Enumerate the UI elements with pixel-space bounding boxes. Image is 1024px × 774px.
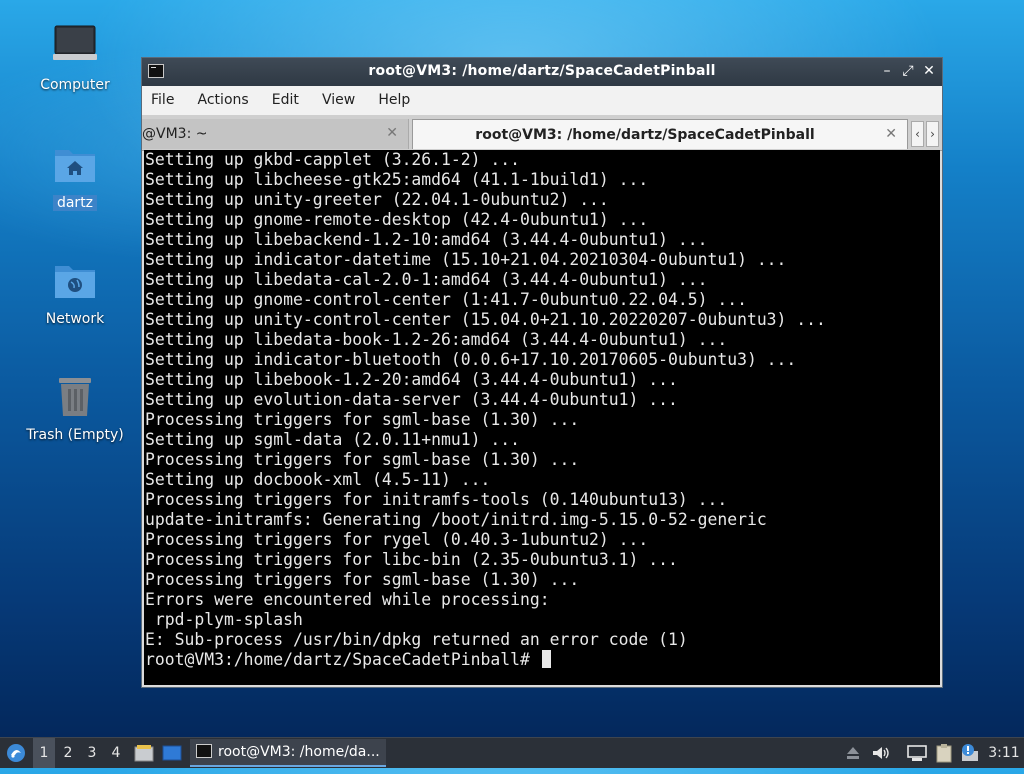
terminal-line: Setting up indicator-bluetooth (0.0.6+17… bbox=[145, 350, 797, 369]
tab-label: root@VM3: /home/dartz/SpaceCadetPinball bbox=[475, 127, 815, 143]
desktop-icon-label: Network bbox=[45, 311, 105, 327]
terminal-line: Processing triggers for sgml-base (1.30)… bbox=[145, 410, 580, 429]
desktop-icon bbox=[162, 745, 182, 761]
terminal-prompt: root@VM3:/home/dartz/SpaceCadetPinball# bbox=[145, 650, 530, 669]
terminal-line: Setting up docbook-xml (4.5-11) ... bbox=[145, 470, 491, 489]
tab-label: @VM3: ~ bbox=[142, 126, 208, 142]
window-title: root@VM3: /home/dartz/SpaceCadetPinball bbox=[368, 63, 716, 79]
menu-file[interactable]: File bbox=[142, 86, 183, 108]
terminal-prompt-line: root@VM3:/home/dartz/SpaceCadetPinball# bbox=[144, 650, 940, 670]
terminal-line: Processing triggers for initramfs-tools … bbox=[145, 490, 728, 509]
trash-icon bbox=[51, 372, 99, 420]
terminal-line: Setting up libedata-cal-2.0-1:amd64 (3.4… bbox=[145, 270, 708, 289]
terminal-line: Setting up sgml-data (2.0.11+nmu1) ... bbox=[145, 430, 520, 449]
desktop-icon-network[interactable]: Network bbox=[20, 256, 130, 327]
terminal-line: Setting up libebook-1.2-20:amd64 (3.44.4… bbox=[145, 370, 678, 389]
clock[interactable]: 3:11 bbox=[986, 738, 1022, 768]
network-folder-icon bbox=[51, 256, 99, 304]
window-titlebar[interactable]: root@VM3: /home/dartz/SpaceCadetPinball … bbox=[142, 58, 942, 86]
text-cursor bbox=[541, 650, 551, 668]
terminal-line: Processing triggers for sgml-base (1.30)… bbox=[145, 570, 580, 589]
tab-home[interactable]: @VM3: ~ ✕ bbox=[142, 119, 409, 149]
close-button[interactable]: ✕ bbox=[920, 62, 938, 80]
workspace-4[interactable]: 4 bbox=[105, 738, 127, 768]
workspace-1[interactable]: 1 bbox=[33, 738, 55, 768]
start-menu-button[interactable] bbox=[4, 738, 28, 768]
terminal-output[interactable]: Setting up gkbd-capplet (3.26.1-2) ... Se… bbox=[144, 150, 940, 685]
terminal-line: Setting up gnome-remote-desktop (42.4-0u… bbox=[145, 210, 649, 229]
desktop-icon-home-folder[interactable]: dartz bbox=[20, 140, 130, 211]
terminal-window: root@VM3: /home/dartz/SpaceCadetPinball … bbox=[141, 57, 943, 688]
taskbar-terminal-task[interactable]: root@VM3: /home/da... bbox=[190, 739, 386, 767]
update-notifier-icon[interactable] bbox=[960, 743, 980, 763]
terminal-line: rpd-plym-splash bbox=[145, 610, 303, 629]
show-desktop-button[interactable] bbox=[161, 738, 183, 768]
workspace-3[interactable]: 3 bbox=[81, 738, 103, 768]
terminal-line: Setting up gnome-control-center (1:41.7-… bbox=[145, 290, 747, 309]
terminal-line: E: Sub-process /usr/bin/dpkg returned an… bbox=[145, 630, 688, 649]
desktop-icon-label: dartz bbox=[52, 195, 98, 211]
clipboard-icon[interactable] bbox=[934, 743, 954, 763]
computer-icon bbox=[51, 22, 99, 70]
task-label: root@VM3: /home/da... bbox=[218, 744, 380, 760]
terminal-lines: Setting up gkbd-capplet (3.26.1-2) ... Se… bbox=[144, 150, 940, 650]
tab-scroll-right-icon[interactable]: › bbox=[926, 121, 939, 147]
terminal-line: Setting up gkbd-capplet (3.26.1-2) ... bbox=[145, 150, 520, 169]
terminal-line: Setting up unity-control-center (15.04.0… bbox=[145, 310, 826, 329]
file-manager-launcher[interactable] bbox=[133, 738, 155, 768]
menu-actions[interactable]: Actions bbox=[189, 86, 258, 108]
terminal-line: Errors were encountered while processing… bbox=[145, 590, 550, 609]
taskbar: 1 2 3 4 root@VM3: /home/da... 3:11 bbox=[0, 737, 1024, 768]
workspace-2[interactable]: 2 bbox=[57, 738, 79, 768]
terminal-line: Processing triggers for rygel (0.40.3-1u… bbox=[145, 530, 649, 549]
desktop-icon-label: Trash (Empty) bbox=[26, 427, 124, 443]
terminal-line: Processing triggers for libc-bin (2.35-0… bbox=[145, 550, 678, 569]
menu-help[interactable]: Help bbox=[369, 86, 419, 108]
home-folder-icon bbox=[51, 140, 99, 188]
terminal-icon bbox=[196, 744, 212, 758]
desktop-icon-label: Computer bbox=[40, 77, 110, 93]
terminal-line: Setting up libedata-book-1.2-26:amd64 (3… bbox=[145, 330, 728, 349]
minimize-button[interactable]: – bbox=[878, 62, 896, 80]
menu-edit[interactable]: Edit bbox=[263, 86, 308, 108]
desktop-icon-trash[interactable]: Trash (Empty) bbox=[20, 372, 130, 443]
terminal-line: Processing triggers for sgml-base (1.30)… bbox=[145, 450, 580, 469]
tab-scroll-left-icon[interactable]: ‹ bbox=[911, 121, 924, 147]
lubuntu-logo-icon bbox=[7, 744, 25, 762]
tab-close-icon[interactable]: ✕ bbox=[885, 126, 897, 142]
maximize-button[interactable]: ⤢ bbox=[899, 62, 917, 80]
terminal-line: Setting up libcheese-gtk25:amd64 (41.1-1… bbox=[145, 170, 649, 189]
terminal-line: Setting up unity-greeter (22.04.1-0ubunt… bbox=[145, 190, 609, 209]
menu-bar: File Actions Edit View Help bbox=[142, 86, 942, 116]
terminal-line: Setting up libebackend-1.2-10:amd64 (3.4… bbox=[145, 230, 708, 249]
terminal-line: Setting up indicator-datetime (15.10+21.… bbox=[145, 250, 787, 269]
desktop-icon-computer[interactable]: Computer bbox=[20, 22, 130, 93]
network-wired-icon[interactable] bbox=[906, 743, 927, 763]
tab-bar: @VM3: ~ ✕ root@VM3: /home/dartz/SpaceCad… bbox=[142, 116, 942, 151]
terminal-line: update-initramfs: Generating /boot/initr… bbox=[145, 510, 767, 529]
tab-close-icon[interactable]: ✕ bbox=[386, 125, 398, 141]
file-manager-icon bbox=[134, 745, 154, 762]
volume-icon[interactable] bbox=[870, 743, 890, 763]
menu-view[interactable]: View bbox=[313, 86, 364, 108]
tab-spacecadetpinball[interactable]: root@VM3: /home/dartz/SpaceCadetPinball … bbox=[412, 119, 908, 149]
terminal-line: Setting up evolution-data-server (3.44.4… bbox=[145, 390, 678, 409]
eject-icon[interactable] bbox=[843, 743, 863, 763]
